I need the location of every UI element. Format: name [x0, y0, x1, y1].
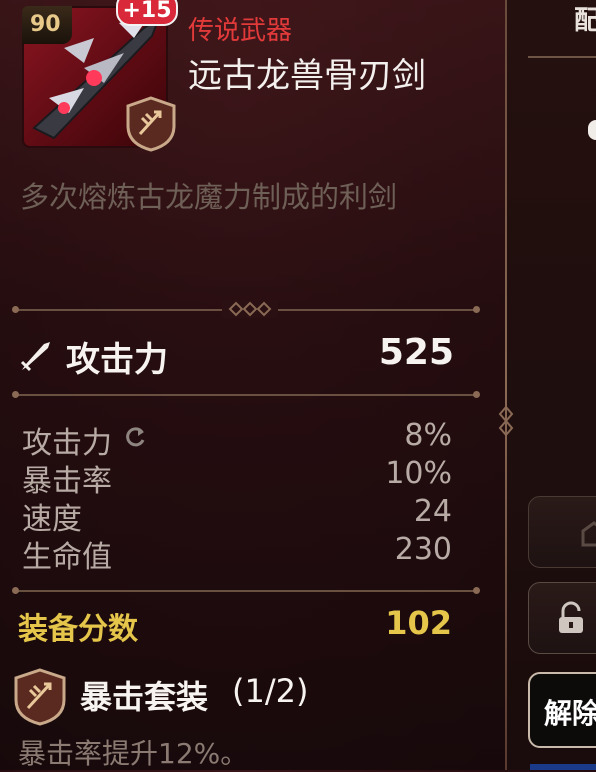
enhance-level-badge: +15: [116, 0, 178, 26]
refresh-icon[interactable]: [122, 424, 148, 450]
section-divider: [12, 587, 480, 594]
section-divider: [12, 391, 480, 398]
item-rarity: 传说武器: [188, 16, 293, 46]
right-side-panel: [505, 0, 596, 770]
gear-score-label: 装备分数: [18, 612, 138, 647]
divider-ornament: [222, 300, 278, 318]
panel-separator: [505, 0, 507, 770]
sub-stat-value: 24: [413, 494, 452, 529]
set-effect: 暴击率提升12%。: [18, 737, 249, 770]
sub-stat-label: 生命值: [22, 540, 112, 575]
crit-set-icon: [126, 96, 176, 152]
right-panel-tab[interactable]: [588, 120, 596, 140]
item-level-badge: 90: [22, 6, 72, 44]
right-panel-divider: [528, 56, 596, 58]
sub-stat-value: 10%: [385, 456, 452, 491]
unequip-button[interactable]: 解除: [528, 672, 596, 748]
item-description: 多次熔炼古龙魔力制成的利剑: [20, 180, 398, 214]
set-count: (1/2): [232, 672, 309, 710]
sub-stat-value: 8%: [404, 418, 452, 453]
item-name: 远古龙兽骨刃剑: [188, 56, 426, 96]
main-stat-label: 攻击力: [66, 340, 168, 380]
lock-button[interactable]: [528, 582, 596, 654]
gear-score-value: 102: [385, 604, 452, 642]
sword-icon: [20, 342, 50, 372]
right-panel-title: 配: [574, 6, 596, 36]
lock-icon: [559, 601, 583, 633]
main-stat-value: 525: [378, 332, 454, 373]
set-name: 暴击套装: [80, 678, 209, 716]
separator-ornament: [498, 405, 514, 437]
sub-stat-row: 攻击力 8%: [22, 418, 452, 461]
confirm-button-edge[interactable]: [530, 764, 596, 770]
equipment-button[interactable]: [528, 496, 596, 568]
sub-stat-row: 生命值 230: [22, 532, 452, 575]
sub-stat-row: 暴击率 10%: [22, 456, 452, 499]
sub-stat-row: 速度 24: [22, 494, 452, 537]
crit-set-icon: [14, 668, 66, 726]
chest-icon: [581, 521, 596, 547]
sub-stat-value: 230: [394, 532, 452, 567]
